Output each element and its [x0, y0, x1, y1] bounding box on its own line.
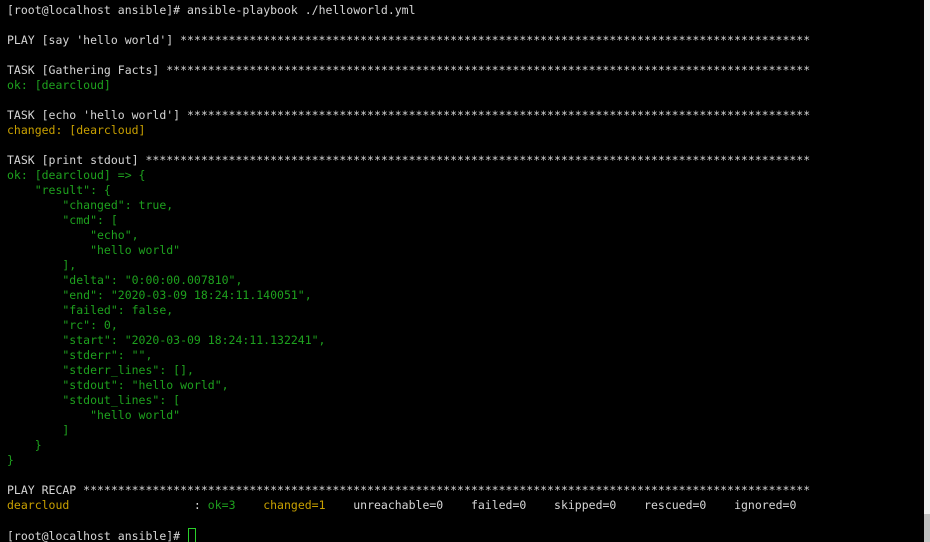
recap-host: dearcloud: [7, 498, 70, 512]
debug-output-line: "result": {: [7, 183, 111, 197]
scrollbar-thumb[interactable]: [924, 514, 930, 542]
task-header-gathering-facts: TASK [Gathering Facts] *****************…: [7, 63, 811, 77]
debug-output-line: "stdout": "hello world",: [7, 378, 229, 392]
recap-failed: failed=0: [470, 498, 527, 512]
debug-output-line: "hello world": [7, 408, 181, 422]
task-header-echo: TASK [echo 'hello world'] **************…: [7, 108, 811, 122]
debug-output-line: "failed": false,: [7, 303, 174, 317]
debug-output-line: ]: [7, 423, 70, 437]
recap-skipped: skipped=0: [554, 498, 617, 512]
terminal-output: [root@localhost ansible]# ansible-playbo…: [7, 3, 810, 542]
task-header-print-stdout: TASK [print stdout] ********************…: [7, 153, 811, 167]
final-prompt-line[interactable]: [root@localhost ansible]#: [7, 528, 810, 542]
debug-output-line: }: [7, 438, 42, 452]
debug-output-line: ok: [dearcloud] => {: [7, 168, 146, 182]
debug-output-line: "cmd": [: [7, 213, 118, 227]
recap-header: PLAY RECAP *****************************…: [7, 483, 811, 497]
play-header: PLAY [say 'hello world'] ***************…: [7, 33, 811, 47]
debug-output-line: "hello world": [7, 243, 181, 257]
final-prompt: [root@localhost ansible]#: [7, 529, 181, 542]
debug-output-line: "stderr_lines": [],: [7, 363, 194, 377]
terminal-window[interactable]: [root@localhost ansible]# ansible-playbo…: [0, 0, 924, 542]
recap-ok: ok=3: [207, 498, 236, 512]
text-cursor[interactable]: [188, 528, 197, 542]
command-text: ansible-playbook ./helloworld.yml: [187, 3, 416, 17]
debug-output-line: }: [7, 453, 14, 467]
recap-unreachable: unreachable=0: [353, 498, 444, 512]
recap-ignored: ignored=0: [734, 498, 797, 512]
debug-output-line: "delta": "0:00:00.007810",: [7, 273, 243, 287]
debug-output-line: "end": "2020-03-09 18:24:11.140051",: [7, 288, 312, 302]
debug-output-line: "rc": 0,: [7, 318, 118, 332]
debug-output-line: "start": "2020-03-09 18:24:11.132241",: [7, 333, 326, 347]
debug-output-line: ],: [7, 258, 77, 272]
recap-separator: :: [69, 498, 208, 512]
debug-output-line: "changed": true,: [7, 198, 174, 212]
command-line: [root@localhost ansible]# ansible-playbo…: [7, 3, 810, 18]
debug-output-line: "stderr": "",: [7, 348, 153, 362]
recap-row: dearcloud : ok=3 changed=1 unreachable=0…: [7, 498, 810, 513]
prompt: [root@localhost ansible]#: [7, 3, 181, 17]
debug-output-line: "echo",: [7, 228, 139, 242]
recap-rescued: rescued=0: [644, 498, 707, 512]
debug-output-line: "stdout_lines": [: [7, 393, 181, 407]
vertical-scrollbar[interactable]: [924, 0, 930, 542]
task-result-changed: changed: [dearcloud]: [7, 123, 146, 137]
task-result-ok: ok: [dearcloud]: [7, 78, 111, 92]
recap-changed: changed=1: [263, 498, 326, 512]
